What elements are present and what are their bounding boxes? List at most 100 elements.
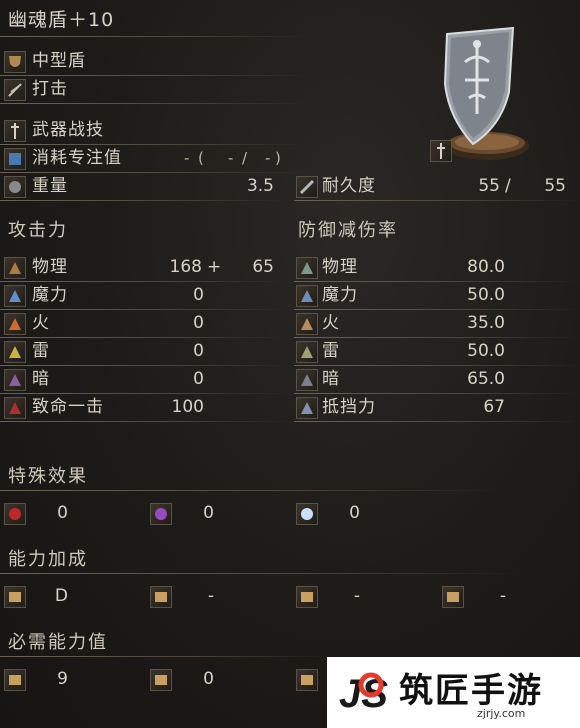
item-detail-panel: 幽魂盾＋10 中型盾 打击 武器战技 消耗专注值 - ( - / - ) 重量 … (0, 0, 580, 728)
defense-element-icon (296, 285, 318, 307)
fp-paren-close: ) (275, 149, 281, 167)
attribute-scaling-grade: D (54, 586, 68, 606)
dagger-icon (430, 140, 452, 162)
durability-sep: / (505, 176, 512, 196)
attribute-icon (442, 586, 464, 608)
status-effect-value: 0 (349, 503, 360, 523)
defense-element-icon (296, 397, 318, 419)
watermark-url: zjrjy.com (477, 707, 526, 720)
fp-value-1: - (184, 149, 190, 167)
fp-paren-open: ( (198, 149, 204, 167)
attack-row-label: 致命一击 (32, 397, 104, 417)
defense-row-label: 暗 (322, 369, 340, 389)
status-effect-icon (4, 503, 26, 525)
defense-element-icon (296, 369, 318, 391)
attack-row-value: 100 (171, 397, 204, 417)
attribute-requirement-value: 0 (203, 669, 214, 689)
attribute-icon (4, 586, 26, 608)
defense-element-icon (296, 341, 318, 363)
defense-row-value: 80.0 (467, 257, 505, 277)
divider (294, 337, 580, 338)
divider (0, 393, 290, 394)
attack-element-icon (4, 397, 26, 419)
defense-row-label: 魔力 (322, 285, 358, 305)
attack-row-value: 0 (193, 369, 204, 389)
attack-row-value: 168 (169, 257, 202, 277)
fp-cost-label: 消耗专注值 (32, 148, 122, 168)
attack-element-icon (4, 369, 26, 391)
defense-element-icon (296, 257, 318, 279)
divider (0, 36, 310, 37)
defense-row-value: 35.0 (467, 313, 505, 333)
status-effect-value: 0 (203, 503, 214, 523)
attack-row-label: 物理 (32, 257, 68, 277)
attack-row-plus: + (207, 257, 223, 277)
attack-row-label: 雷 (32, 341, 50, 361)
attack-row-value: 0 (193, 285, 204, 305)
attack-power-header: 攻击力 (8, 220, 68, 241)
attribute-scaling-grade: - (353, 586, 360, 606)
status-effect-value: 0 (57, 503, 68, 523)
divider (0, 309, 290, 310)
defense-row-label: 雷 (322, 341, 340, 361)
attribute-scaling-grade: - (499, 586, 506, 606)
attribute-icon (150, 669, 172, 691)
attack-element-icon (4, 285, 26, 307)
attack-element-icon (4, 313, 26, 335)
shield-type-icon (4, 51, 26, 73)
durability-icon (296, 176, 318, 198)
divider (0, 75, 310, 76)
divider (0, 337, 290, 338)
attack-element-icon (4, 341, 26, 363)
sword-skill-icon (4, 120, 26, 142)
divider (294, 365, 580, 366)
fp-slash: / (242, 149, 248, 167)
divider (0, 490, 500, 491)
special-effects-header: 特殊效果 (8, 466, 88, 487)
defense-row-value: 50.0 (467, 285, 505, 305)
weight-icon (4, 176, 26, 198)
divider (0, 421, 290, 422)
attribute-icon (4, 669, 26, 691)
divider (0, 103, 310, 104)
attribute-icon (150, 586, 172, 608)
item-name: 幽魂盾＋10 (8, 9, 115, 31)
attack-row-label: 魔力 (32, 285, 68, 305)
attack-type: 打击 (32, 79, 68, 99)
strike-icon (4, 79, 26, 101)
fp-value-3: - (265, 149, 271, 167)
durability-current: 55 (478, 176, 500, 196)
divider (0, 172, 310, 173)
watermark-brand: 筑匠手游 (399, 671, 543, 711)
damage-negation-header: 防御减伤率 (298, 220, 398, 241)
divider (0, 656, 330, 657)
fp-icon (4, 148, 26, 170)
attribute-requirement-value: 9 (57, 669, 68, 689)
attribute-scaling-grade: - (207, 586, 214, 606)
defense-row-value: 67 (483, 397, 505, 417)
weapon-skill: 武器战技 (32, 120, 104, 140)
watermark-logo: JS (335, 663, 391, 719)
attack-row-value: 0 (193, 341, 204, 361)
divider (294, 309, 580, 310)
defense-element-icon (296, 313, 318, 335)
attribute-icon (296, 669, 318, 691)
defense-row-label: 火 (322, 313, 340, 333)
divider (294, 281, 580, 282)
attribute-icon (296, 586, 318, 608)
weight-value: 3.5 (246, 176, 274, 196)
fp-value-2: - (228, 149, 234, 167)
defense-row-label: 物理 (322, 257, 358, 277)
attack-row-label: 火 (32, 313, 50, 333)
divider (294, 200, 580, 201)
divider (0, 281, 290, 282)
attack-row-value: 0 (193, 313, 204, 333)
watermark: JS 筑匠手游 zjrjy.com (327, 657, 580, 728)
attack-row-label: 暗 (32, 369, 50, 389)
defense-row-value: 65.0 (467, 369, 505, 389)
durability-label: 耐久度 (322, 176, 376, 196)
divider (0, 365, 290, 366)
defense-row-value: 50.0 (467, 341, 505, 361)
status-effect-icon (296, 503, 318, 525)
status-effect-icon (150, 503, 172, 525)
